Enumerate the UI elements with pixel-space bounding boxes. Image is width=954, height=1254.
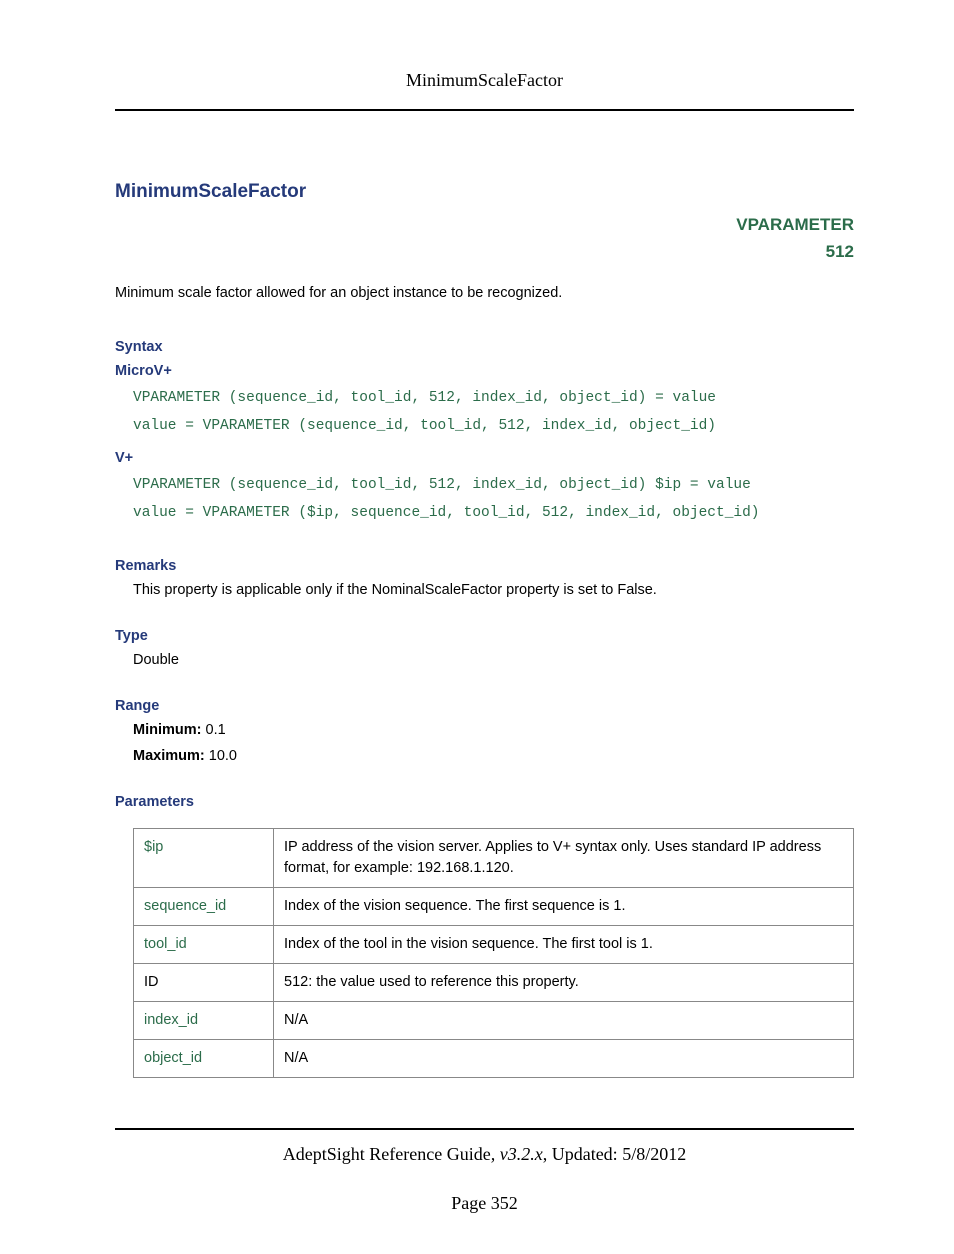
running-header: MinimumScaleFactor	[115, 70, 854, 111]
intro-text: Minimum scale factor allowed for an obje…	[115, 285, 854, 301]
badge-line2: 512	[115, 238, 854, 265]
remarks-text: This property is applicable only if the …	[133, 582, 854, 598]
footer-doc: AdeptSight Reference Guide	[283, 1144, 491, 1164]
syntax-heading: Syntax	[115, 339, 854, 355]
footer-line: AdeptSight Reference Guide, v3.2.x, Upda…	[115, 1144, 854, 1165]
range-section: Range Minimum: 0.1 Maximum: 10.0	[115, 698, 854, 764]
table-row: index_idN/A	[134, 1001, 854, 1039]
page-num-value: 352	[491, 1193, 518, 1213]
vparameter-badge: VPARAMETER 512	[115, 211, 854, 265]
syntax-section: Syntax MicroV+ VPARAMETER (sequence_id, …	[115, 339, 854, 527]
remarks-section: Remarks This property is applicable only…	[115, 558, 854, 598]
range-min-value: 0.1	[206, 722, 226, 738]
type-text: Double	[133, 652, 854, 668]
param-desc: IP address of the vision server. Applies…	[274, 828, 854, 887]
type-heading: Type	[115, 628, 854, 644]
parameters-table: $ipIP address of the vision server. Appl…	[133, 828, 854, 1078]
footer-updated-label: Updated:	[552, 1144, 618, 1164]
badge-line1: VPARAMETER	[115, 211, 854, 238]
page-number: Page 352	[115, 1193, 854, 1214]
table-row: $ipIP address of the vision server. Appl…	[134, 828, 854, 887]
param-name: object_id	[134, 1039, 274, 1077]
running-title: MinimumScaleFactor	[406, 70, 563, 90]
table-row: tool_idIndex of the tool in the vision s…	[134, 925, 854, 963]
remarks-heading: Remarks	[115, 558, 854, 574]
range-max-value: 10.0	[209, 748, 237, 764]
param-desc: N/A	[274, 1001, 854, 1039]
page-title: MinimumScaleFactor	[115, 181, 306, 203]
microv-heading: MicroV+	[115, 363, 854, 379]
param-name: $ip	[134, 828, 274, 887]
page-label: Page	[451, 1193, 486, 1213]
parameters-heading: Parameters	[115, 794, 854, 810]
type-section: Type Double	[115, 628, 854, 668]
param-name: ID	[134, 963, 274, 1001]
footer-version: v3.2.x	[500, 1144, 543, 1164]
document-page: MinimumScaleFactor MinimumScaleFactor VP…	[0, 0, 954, 1254]
title-row: MinimumScaleFactor	[115, 181, 854, 203]
param-name: tool_id	[134, 925, 274, 963]
microv-code: VPARAMETER (sequence_id, tool_id, 512, i…	[133, 385, 854, 440]
footer: AdeptSight Reference Guide, v3.2.x, Upda…	[115, 1128, 854, 1214]
param-desc: N/A	[274, 1039, 854, 1077]
footer-updated-value: 5/8/2012	[622, 1144, 686, 1164]
param-name: index_id	[134, 1001, 274, 1039]
parameters-section: Parameters $ipIP address of the vision s…	[115, 794, 854, 1078]
range-max-label: Maximum:	[133, 748, 205, 764]
table-row: ID512: the value used to reference this …	[134, 963, 854, 1001]
param-desc: Index of the vision sequence. The first …	[274, 887, 854, 925]
param-desc: Index of the tool in the vision sequence…	[274, 925, 854, 963]
range-max: Maximum: 10.0	[133, 748, 854, 764]
range-min-label: Minimum:	[133, 722, 201, 738]
vplus-heading: V+	[115, 450, 854, 466]
param-name: sequence_id	[134, 887, 274, 925]
vplus-code: VPARAMETER (sequence_id, tool_id, 512, i…	[133, 472, 854, 527]
parameters-tbody: $ipIP address of the vision server. Appl…	[134, 828, 854, 1077]
range-heading: Range	[115, 698, 854, 714]
range-min: Minimum: 0.1	[133, 722, 854, 738]
table-row: object_idN/A	[134, 1039, 854, 1077]
param-desc: 512: the value used to reference this pr…	[274, 963, 854, 1001]
table-row: sequence_idIndex of the vision sequence.…	[134, 887, 854, 925]
